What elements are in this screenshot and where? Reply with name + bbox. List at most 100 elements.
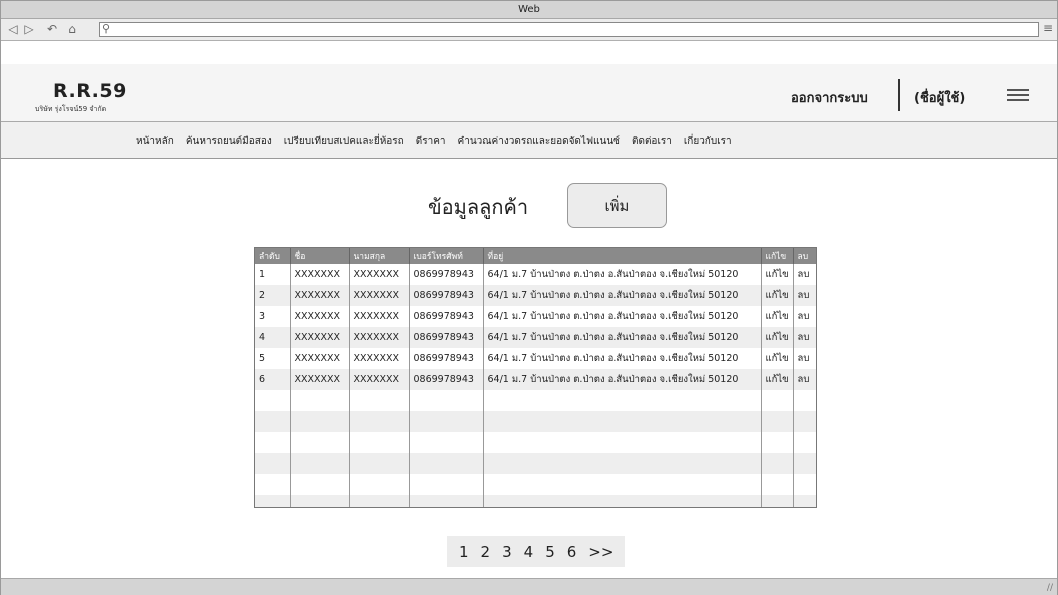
edit-link[interactable]: แก้ไข bbox=[761, 348, 794, 369]
column-header-first-name: ชื่อ bbox=[290, 248, 350, 264]
cell-index: 4 bbox=[255, 327, 291, 348]
url-input[interactable]: ⚲ bbox=[99, 22, 1039, 37]
table-row: 3 XXXXXXX XXXXXXX 0869978943 64/1 ม.7 บ้… bbox=[255, 306, 816, 327]
column-header-phone: เบอร์โทรศัพท์ bbox=[409, 248, 484, 264]
cell-address: 64/1 ม.7 บ้านป่าตง ต.ป่าตง อ.สันป่าตอง จ… bbox=[483, 348, 762, 369]
cell-phone: 0869978943 bbox=[409, 327, 484, 348]
nav-item-home[interactable]: หน้าหลัก bbox=[136, 134, 174, 149]
customer-table: ลำดับ ชื่อ นามสกุล เบอร์โทรศัพท์ ที่อยู่… bbox=[254, 247, 817, 508]
window-title: Web bbox=[1, 1, 1057, 19]
page-link-5[interactable]: 5 bbox=[539, 543, 561, 561]
page-title: ข้อมูลลูกค้า bbox=[428, 195, 529, 219]
cell-phone: 0869978943 bbox=[409, 306, 484, 327]
delete-link[interactable]: ลบ bbox=[793, 285, 816, 306]
edit-link[interactable]: แก้ไข bbox=[761, 327, 794, 348]
column-header-address: ที่อยู่ bbox=[483, 248, 762, 264]
cell-first-name: XXXXXXX bbox=[290, 306, 350, 327]
table-row: 4 XXXXXXX XXXXXXX 0869978943 64/1 ม.7 บ้… bbox=[255, 327, 816, 348]
empty-row bbox=[255, 390, 816, 411]
nav-item-compare-specs[interactable]: เปรียบเทียบสเปคและยี่ห้อรถ bbox=[284, 134, 404, 149]
cell-last-name: XXXXXXX bbox=[349, 285, 410, 306]
cell-index: 3 bbox=[255, 306, 291, 327]
header-divider bbox=[898, 79, 900, 111]
delete-link[interactable]: ลบ bbox=[793, 264, 816, 285]
delete-link[interactable]: ลบ bbox=[793, 369, 816, 390]
arrow-left-icon[interactable]: ◁ bbox=[6, 22, 20, 36]
cell-last-name: XXXXXXX bbox=[349, 264, 410, 285]
cell-address: 64/1 ม.7 บ้านป่าตง ต.ป่าตง อ.สันป่าตอง จ… bbox=[483, 327, 762, 348]
table-header-row: ลำดับ ชื่อ นามสกุล เบอร์โทรศัพท์ ที่อยู่… bbox=[255, 248, 816, 264]
cell-last-name: XXXXXXX bbox=[349, 306, 410, 327]
column-header-index: ลำดับ bbox=[255, 248, 291, 264]
page-link-6[interactable]: 6 bbox=[561, 543, 583, 561]
empty-row bbox=[255, 474, 816, 495]
cell-phone: 0869978943 bbox=[409, 285, 484, 306]
edit-link[interactable]: แก้ไข bbox=[761, 369, 794, 390]
resize-grip-icon[interactable]: ∕∕ bbox=[1047, 583, 1053, 593]
page-link-3[interactable]: 3 bbox=[496, 543, 518, 561]
page-link-1[interactable]: 1 bbox=[453, 543, 475, 561]
column-header-delete: ลบ bbox=[793, 248, 816, 264]
cell-last-name: XXXXXXX bbox=[349, 348, 410, 369]
cell-address: 64/1 ม.7 บ้านป่าตง ต.ป่าตง อ.สันป่าตอง จ… bbox=[483, 306, 762, 327]
nav-item-contact[interactable]: ติดต่อเรา bbox=[632, 134, 672, 149]
nav-item-price[interactable]: ดีราคา bbox=[416, 134, 446, 149]
username-link[interactable]: (ชื่อผู้ใช้) bbox=[914, 87, 965, 108]
main-nav: หน้าหลัก ค้นหารถยนต์มือสอง เปรียบเทียบสเ… bbox=[1, 122, 1057, 159]
page-link-4[interactable]: 4 bbox=[518, 543, 540, 561]
cell-last-name: XXXXXXX bbox=[349, 369, 410, 390]
logo-subtitle: บริษัท รุ่งโรจน์59 จำกัด bbox=[35, 105, 107, 113]
cell-phone: 0869978943 bbox=[409, 348, 484, 369]
edit-link[interactable]: แก้ไข bbox=[761, 264, 794, 285]
page-next-link[interactable]: >> bbox=[582, 543, 619, 561]
status-bar: ∕∕ bbox=[1, 578, 1057, 595]
delete-link[interactable]: ลบ bbox=[793, 348, 816, 369]
site-header: R.R.59 บริษัท รุ่งโรจน์59 จำกัด ออกจากระ… bbox=[1, 64, 1057, 122]
cell-first-name: XXXXXXX bbox=[290, 348, 350, 369]
cell-first-name: XXXXXXX bbox=[290, 285, 350, 306]
hamburger-icon[interactable] bbox=[1007, 89, 1029, 101]
nav-item-about[interactable]: เกี่ยวกับเรา bbox=[684, 134, 732, 149]
table-row: 5 XXXXXXX XXXXXXX 0869978943 64/1 ม.7 บ้… bbox=[255, 348, 816, 369]
empty-row bbox=[255, 453, 816, 474]
cell-address: 64/1 ม.7 บ้านป่าตง ต.ป่าตง อ.สันป่าตอง จ… bbox=[483, 285, 762, 306]
edit-link[interactable]: แก้ไข bbox=[761, 306, 794, 327]
cell-last-name: XXXXXXX bbox=[349, 327, 410, 348]
table-row: 1 XXXXXXX XXXXXXX 0869978943 64/1 ม.7 บ้… bbox=[255, 264, 816, 285]
search-icon: ⚲ bbox=[102, 22, 111, 35]
home-icon[interactable]: ⌂ bbox=[65, 22, 79, 36]
nav-item-search-used-cars[interactable]: ค้นหารถยนต์มือสอง bbox=[186, 134, 272, 149]
delete-link[interactable]: ลบ bbox=[793, 327, 816, 348]
browser-toolbar: ◁ ▷ ↶ ⌂ ⚲ ≡ bbox=[1, 19, 1057, 41]
browser-window: Web ◁ ▷ ↶ ⌂ ⚲ ≡ R.R.59 บริษัท รุ่งโรจน์5… bbox=[0, 0, 1058, 595]
empty-row bbox=[255, 411, 816, 432]
cell-index: 1 bbox=[255, 264, 291, 285]
cell-index: 5 bbox=[255, 348, 291, 369]
arrow-right-icon[interactable]: ▷ bbox=[22, 22, 36, 36]
table-row: 2 XXXXXXX XXXXXXX 0869978943 64/1 ม.7 บ้… bbox=[255, 285, 816, 306]
edit-link[interactable]: แก้ไข bbox=[761, 285, 794, 306]
column-header-last-name: นามสกุล bbox=[349, 248, 410, 264]
cell-first-name: XXXXXXX bbox=[290, 327, 350, 348]
page-link-2[interactable]: 2 bbox=[475, 543, 497, 561]
reload-icon[interactable]: ↶ bbox=[45, 22, 59, 36]
add-button[interactable]: เพิ่ม bbox=[567, 183, 667, 228]
cell-index: 2 bbox=[255, 285, 291, 306]
menu-icon[interactable]: ≡ bbox=[1043, 21, 1053, 35]
logo-title[interactable]: R.R.59 bbox=[53, 80, 127, 102]
cell-index: 6 bbox=[255, 369, 291, 390]
nav-item-finance-calculator[interactable]: คำนวณค่างวดรถและยอดจัดไฟแนนซ์ bbox=[458, 134, 620, 149]
empty-row bbox=[255, 432, 816, 453]
logout-link[interactable]: ออกจากระบบ bbox=[791, 87, 868, 108]
cell-address: 64/1 ม.7 บ้านป่าตง ต.ป่าตง อ.สันป่าตอง จ… bbox=[483, 264, 762, 285]
cell-address: 64/1 ม.7 บ้านป่าตง ต.ป่าตง อ.สันป่าตอง จ… bbox=[483, 369, 762, 390]
empty-row bbox=[255, 495, 816, 507]
pagination: 1 2 3 4 5 6 >> bbox=[447, 536, 626, 567]
cell-first-name: XXXXXXX bbox=[290, 264, 350, 285]
cell-phone: 0869978943 bbox=[409, 369, 484, 390]
cell-first-name: XXXXXXX bbox=[290, 369, 350, 390]
cell-phone: 0869978943 bbox=[409, 264, 484, 285]
table-row: 6 XXXXXXX XXXXXXX 0869978943 64/1 ม.7 บ้… bbox=[255, 369, 816, 390]
column-header-edit: แก้ไข bbox=[761, 248, 794, 264]
delete-link[interactable]: ลบ bbox=[793, 306, 816, 327]
